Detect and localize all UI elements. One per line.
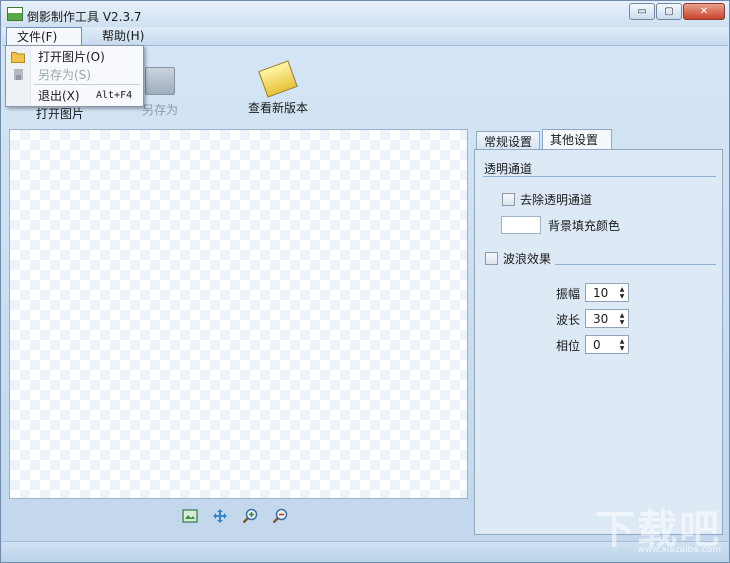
- spin-up-icon: ▲: [619, 337, 625, 345]
- menu-item-open-image[interactable]: 打开图片(O): [6, 48, 143, 66]
- floppy-disk-icon: [145, 67, 175, 95]
- wavelength-spin-arrows[interactable]: ▲ ▼: [616, 310, 628, 327]
- wave-divider: [555, 264, 716, 265]
- menu-file[interactable]: 文件(F): [6, 27, 82, 46]
- open-image-label: 打开图片: [35, 107, 84, 121]
- phase-spin-arrows[interactable]: ▲ ▼: [616, 336, 628, 353]
- spin-down-icon: ▼: [619, 344, 625, 352]
- title-bar[interactable]: 倒影制作工具 V2.3.7 ▭ ▢ ✕: [1, 1, 729, 27]
- save-icon: [14, 69, 23, 80]
- check-update-button[interactable]: 查看新版本: [240, 60, 316, 116]
- maximize-icon: ▢: [664, 6, 674, 17]
- menu-item-open-image-label: 打开图片(O): [38, 50, 105, 64]
- fit-window-button[interactable]: [181, 507, 199, 525]
- wavelength-label: 波长: [556, 313, 581, 327]
- window-controls: ▭ ▢ ✕: [628, 3, 725, 20]
- app-icon: [7, 7, 23, 21]
- menu-item-exit[interactable]: 退出(X) Alt+F4: [6, 87, 143, 105]
- check-update-label: 查看新版本: [247, 101, 308, 115]
- menu-item-save-as: 另存为(S): [6, 66, 143, 84]
- phase-value: 0: [593, 337, 601, 352]
- remove-alpha-label: 去除透明通道: [520, 193, 593, 207]
- zoom-out-button[interactable]: [271, 507, 289, 525]
- transparency-section-title: 透明通道: [484, 162, 533, 176]
- minimize-icon: ▭: [637, 6, 647, 17]
- close-button[interactable]: ✕: [683, 3, 725, 20]
- actual-size-button[interactable]: [211, 507, 229, 525]
- menu-item-exit-label: 退出(X): [38, 89, 80, 103]
- transparency-divider: [483, 176, 716, 177]
- tab-general-settings[interactable]: 常规设置: [476, 131, 540, 150]
- spin-down-icon: ▼: [619, 318, 625, 326]
- maximize-button[interactable]: ▢: [656, 3, 682, 20]
- menu-separator: [34, 84, 140, 85]
- menu-item-exit-shortcut: Alt+F4: [96, 90, 133, 101]
- zoom-in-button[interactable]: [241, 507, 259, 525]
- window-title: 倒影制作工具 V2.3.7: [27, 10, 142, 24]
- app-window: 倒影制作工具 V2.3.7 ▭ ▢ ✕ 文件(F) 帮助(H) 打开图片 另存为: [0, 0, 730, 563]
- wavelength-stepper[interactable]: 30 ▲ ▼: [585, 309, 629, 328]
- amplitude-label: 振幅: [556, 287, 581, 301]
- spin-down-icon: ▼: [619, 292, 625, 300]
- wave-effect-checkbox[interactable]: [485, 252, 498, 265]
- remove-alpha-checkbox[interactable]: [502, 193, 515, 206]
- move-arrows-icon: [213, 509, 227, 523]
- bg-fill-label: 背景填充颜色: [548, 219, 621, 233]
- other-settings-panel: 透明通道 去除透明通道 背景填充颜色 波浪效果 振幅 10 ▲ ▼ 波长 30 ▲…: [474, 149, 723, 535]
- zoom-out-icon: [272, 508, 288, 524]
- newspaper-icon: [258, 60, 298, 98]
- zoom-in-icon: [242, 508, 258, 524]
- menu-bar: 文件(F) 帮助(H): [2, 27, 728, 46]
- tab-other-settings[interactable]: 其他设置: [542, 129, 612, 150]
- image-canvas[interactable]: [9, 129, 468, 499]
- fit-window-icon: [182, 509, 198, 523]
- spin-up-icon: ▲: [619, 285, 625, 293]
- amplitude-value: 10: [593, 285, 609, 300]
- bg-fill-color-swatch[interactable]: [501, 216, 541, 234]
- phase-stepper[interactable]: 0 ▲ ▼: [585, 335, 629, 354]
- minimize-button[interactable]: ▭: [629, 3, 655, 20]
- close-icon: ✕: [699, 6, 709, 17]
- phase-label: 相位: [556, 339, 581, 353]
- spin-up-icon: ▲: [619, 311, 625, 319]
- menu-item-save-as-label: 另存为(S): [38, 68, 91, 82]
- zoom-controls: [181, 507, 289, 525]
- watermark-url: www.xiazaiba.com: [637, 545, 721, 555]
- folder-icon: [11, 52, 25, 63]
- amplitude-stepper[interactable]: 10 ▲ ▼: [585, 283, 629, 302]
- wavelength-value: 30: [593, 311, 609, 326]
- menu-help[interactable]: 帮助(H): [92, 27, 154, 46]
- wave-effect-label: 波浪效果: [503, 252, 552, 266]
- amplitude-spin-arrows[interactable]: ▲ ▼: [616, 284, 628, 301]
- file-dropdown-menu: 打开图片(O) 另存为(S) 退出(X) Alt+F4: [5, 45, 144, 107]
